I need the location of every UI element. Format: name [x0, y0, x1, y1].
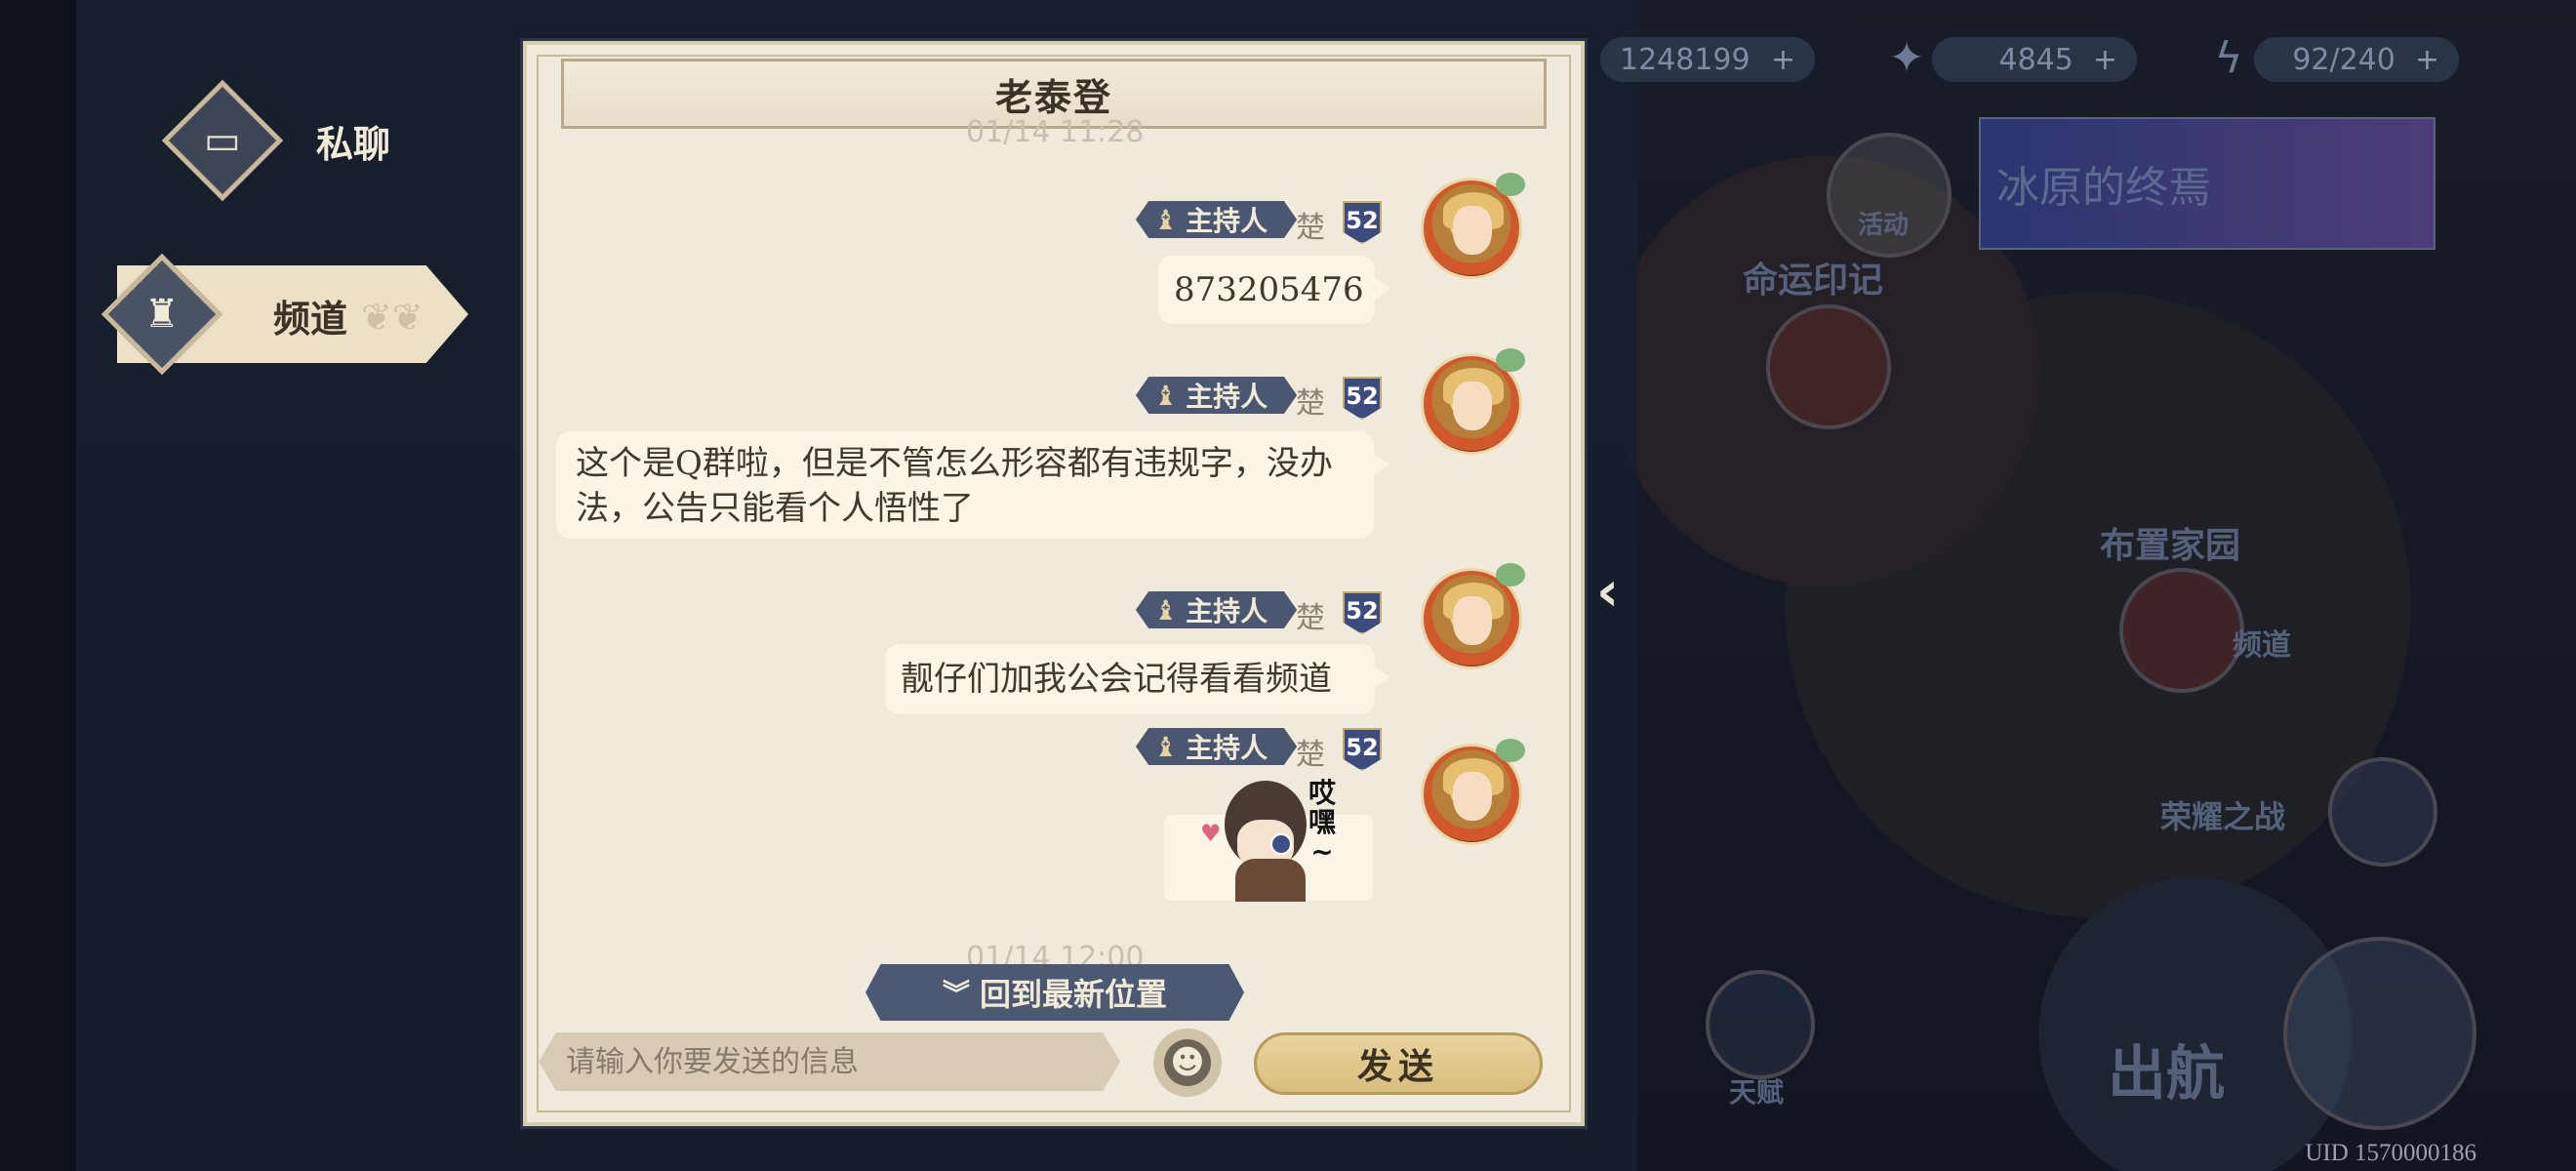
- sidebar-item-label: 频道: [273, 298, 348, 341]
- chess-piece-icon: ♝: [1153, 379, 1179, 412]
- message-text: 靓仔们加我公会记得看看频道: [901, 660, 1332, 699]
- gold-counter[interactable]: 1248199 +: [1600, 37, 1815, 82]
- event-banner[interactable]: 冰原的终焉: [1979, 117, 2435, 250]
- talent-label: 天赋: [1729, 1076, 1785, 1109]
- activity-label: 活动: [1858, 211, 1910, 240]
- fate-label: 命运印记: [1743, 261, 1884, 301]
- sidebar-item-private[interactable]: ▭ 私聊: [161, 79, 391, 202]
- send-button[interactable]: 发送: [1254, 1032, 1543, 1095]
- host-badge: ♝ 主持人: [1136, 728, 1298, 765]
- energy-value: 92/240: [2292, 42, 2395, 77]
- avatar[interactable]: [1421, 563, 1525, 669]
- talent-button[interactable]: [1706, 970, 1815, 1079]
- home-label: 布置家园: [2100, 526, 2241, 566]
- fate-button[interactable]: [1766, 304, 1891, 429]
- host-badge: ♝ 主持人: [1136, 201, 1298, 238]
- message-bubble: 873205476: [1158, 256, 1390, 324]
- jump-to-latest-label: 回到最新位置: [980, 976, 1168, 1013]
- honor-button[interactable]: [2328, 757, 2437, 867]
- sender-name: 楚: [1296, 601, 1325, 635]
- sender-name: 楚: [1296, 386, 1325, 421]
- gem-icon: ✦: [1888, 33, 1925, 83]
- gem-value: 4845: [1998, 42, 2073, 77]
- uid-label: UID 1570000186: [2305, 1140, 2476, 1166]
- chess-piece-icon: ♝: [1153, 730, 1179, 763]
- host-badge-label: 主持人: [1186, 732, 1268, 764]
- ornament-icon: ❦❦: [361, 296, 423, 339]
- left-edge: [0, 0, 76, 1171]
- smiley-icon: ☻: [1164, 1039, 1211, 1086]
- sender-name: 楚: [1296, 738, 1325, 772]
- sticker-text: 哎嘿~: [1308, 777, 1336, 868]
- chess-piece-icon: ♜: [101, 253, 223, 376]
- host-badge-label: 主持人: [1186, 205, 1268, 237]
- avatar[interactable]: [1421, 173, 1525, 279]
- avatar[interactable]: [1421, 348, 1525, 455]
- plus-icon: +: [2414, 42, 2439, 77]
- sail-button[interactable]: 出航: [2108, 1027, 2225, 1111]
- energy-counter[interactable]: 92/240 +: [2254, 37, 2459, 82]
- gold-value: 1248199: [1620, 42, 1751, 77]
- event-banner-title: 冰原的终焉: [1996, 163, 2211, 213]
- heart-icon: ♥: [1200, 820, 1222, 847]
- gem-counter[interactable]: 4845 +: [1932, 37, 2137, 82]
- host-badge: ♝ 主持人: [1136, 377, 1298, 414]
- timestamp: 01/14 11:28: [966, 115, 1145, 149]
- jump-to-latest-button[interactable]: ︾ 回到最新位置: [865, 964, 1244, 1021]
- send-label: 发送: [1356, 1047, 1439, 1087]
- channel-icon-wrap: ♜: [101, 253, 223, 376]
- energy-icon: ϟ: [2214, 33, 2243, 83]
- message-input-box[interactable]: [539, 1032, 1120, 1091]
- chess-piece-icon: ♝: [1153, 203, 1179, 236]
- message-text: 873205476: [1174, 270, 1364, 309]
- sidebar-item-label: 私聊: [316, 122, 391, 166]
- chat-title: 老泰登: [994, 75, 1112, 119]
- bg-channel-label: 频道: [2233, 628, 2291, 663]
- host-badge-label: 主持人: [1186, 381, 1268, 413]
- chat-bubble-icon: ▭: [161, 79, 284, 202]
- message-bubble: 这个是Q群啦，但是不管怎么形容都有违规字，没办法，公告只能看个人悟性了: [556, 431, 1389, 539]
- anchor-icon: [2283, 937, 2476, 1130]
- sender-name: 楚: [1296, 211, 1325, 245]
- collapse-arrow-icon[interactable]: ‹: [1596, 560, 1619, 624]
- message-input[interactable]: [564, 1043, 1120, 1080]
- emoji-button[interactable]: ☻: [1153, 1029, 1222, 1097]
- home-button[interactable]: [2119, 568, 2244, 693]
- host-badge-label: 主持人: [1186, 595, 1268, 627]
- plus-icon: +: [1770, 42, 1795, 77]
- chess-piece-icon: ♝: [1153, 593, 1179, 626]
- avatar[interactable]: [1421, 739, 1525, 845]
- double-chevron-down-icon: ︾: [942, 978, 970, 1010]
- message-bubble: 靓仔们加我公会记得看看频道: [885, 644, 1390, 714]
- host-badge: ♝ 主持人: [1136, 591, 1298, 628]
- plus-icon: +: [2092, 42, 2117, 77]
- message-text: 这个是Q群啦，但是不管怎么形容都有违规字，没办法，公告只能看个人悟性了: [576, 444, 1333, 528]
- honor-label: 荣耀之战: [2160, 798, 2286, 835]
